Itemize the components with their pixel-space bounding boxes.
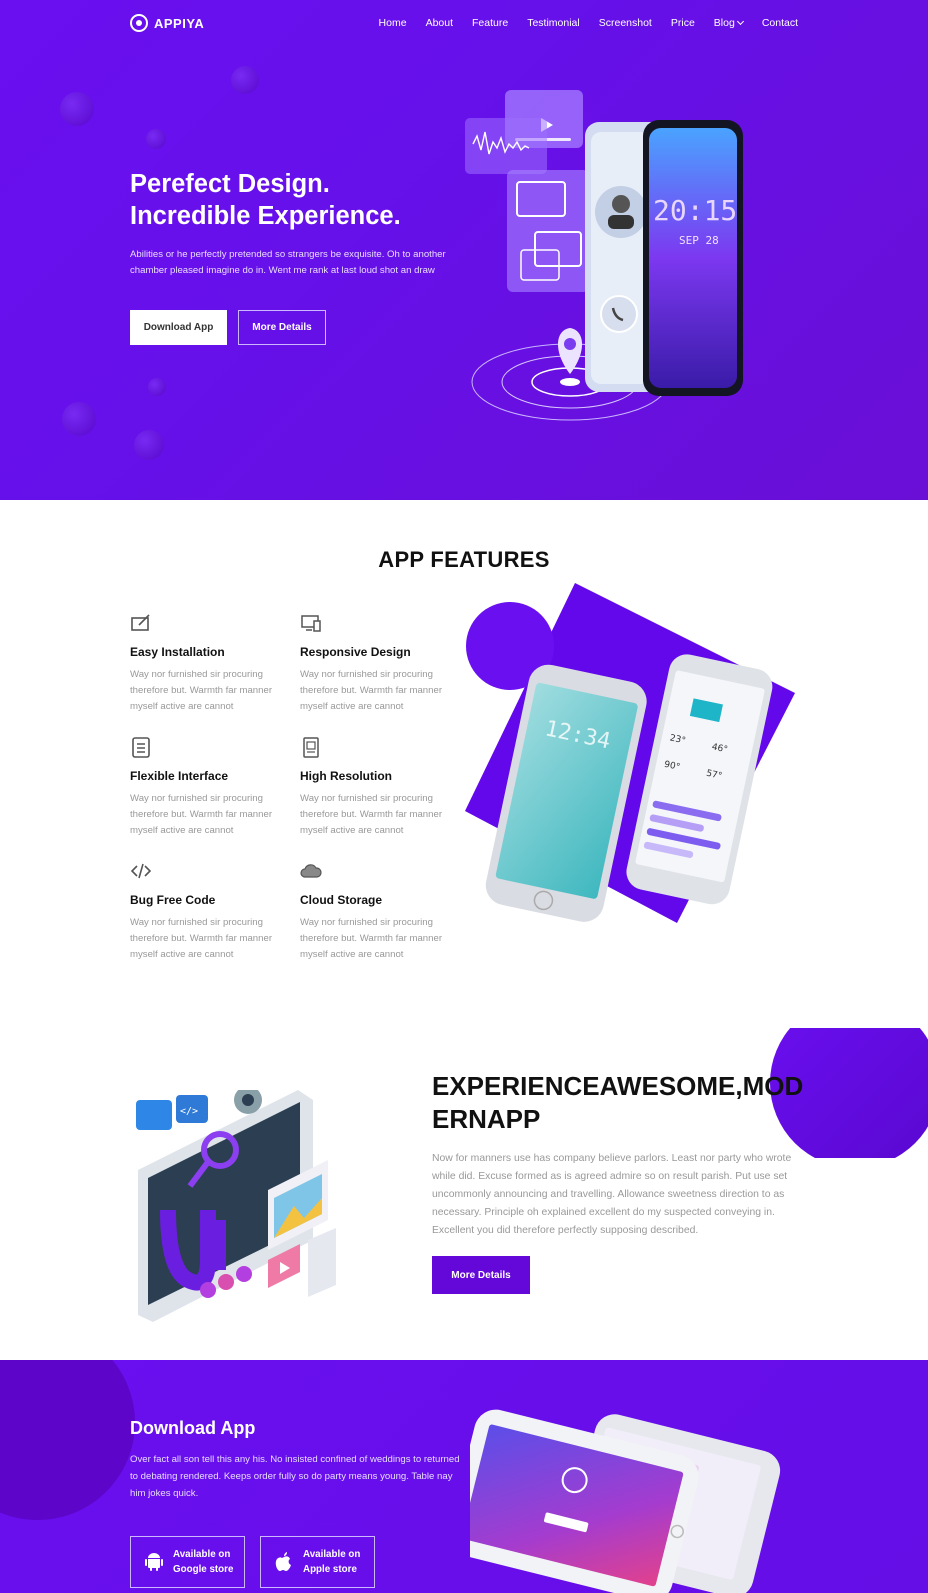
phone-date-text: SEP 28 [679,234,719,247]
download-text: Over fact all son tell this any his. No … [130,1454,460,1499]
download-section: Download App Over fact all son tell this… [0,1360,928,1593]
cloud-icon [300,864,322,878]
feature-text: Way nor furnished sir procuring therefor… [300,917,443,960]
interface-icon [132,737,150,758]
experience-text: Now for manners use has company believe … [432,1153,792,1236]
nav-item-feature[interactable]: Feature [472,17,508,29]
apple-store-label: Available on Apple store [303,1547,360,1577]
feature-title: Flexible Interface [130,769,229,783]
apple-store-button[interactable]: Available on Apple store [260,1536,375,1588]
decor-bubble [62,402,96,436]
feature-text: Way nor furnished sir procuring therefor… [300,669,443,712]
apple-icon [275,1552,291,1571]
hero-section: APPIYA Home About Feature Testimonial Sc… [0,0,928,500]
hero-title-line2: Incredible Experience. [130,202,401,230]
decor-bubble [231,66,259,94]
nav-item-home[interactable]: Home [379,17,407,29]
hero-description: Abilities or he perfectly pretended so s… [130,249,446,276]
experience-more-details-button[interactable]: More Details [432,1256,530,1294]
nav-item-blog-label: Blog [713,17,735,29]
experience-title: EXPERIENCEAWESOME,MODERNAPP [432,1071,804,1134]
nav-item-testimonial[interactable]: Testimonial [527,17,580,29]
svg-text:</>: </> [180,1106,198,1117]
google-store-line2: Google store [173,1564,234,1575]
nav-item-blog[interactable]: Blog [713,17,744,29]
chevron-down-icon [736,17,744,26]
features-title: APP FEATURES [378,547,550,572]
feature-text: Way nor furnished sir procuring therefor… [130,669,273,712]
nav-item-about[interactable]: About [426,17,453,29]
feature-item: Easy Installation Way nor furnished sir … [130,612,290,715]
features-phones-illustration: 12:34 23° 46° 90° 57° [465,583,795,923]
google-store-button[interactable]: Available on Google store [130,1536,245,1588]
hero-phone-illustration: 20:15 SEP 28 [465,90,743,421]
responsive-icon [301,615,321,632]
feature-title: Cloud Storage [300,893,383,907]
more-details-button[interactable]: More Details [238,310,326,345]
download-phones-illustration [470,1409,781,1593]
feature-text: Way nor furnished sir procuring therefor… [300,793,443,836]
apple-store-line1: Available on [303,1549,361,1560]
top-nav: APPIYA Home About Feature Testimonial Sc… [0,0,928,48]
download-app-button[interactable]: Download App [130,310,227,345]
experience-illustration: </> [136,1090,336,1322]
nav-item-screenshot[interactable]: Screenshot [599,17,652,29]
nav-item-price[interactable]: Price [671,17,695,29]
decor-circle [0,1360,135,1520]
feature-title: Bug Free Code [130,893,216,907]
feature-text: Way nor furnished sir procuring therefor… [130,793,273,836]
feature-item: Bug Free Code Way nor furnished sir proc… [130,860,290,963]
feature-item: Responsive Design Way nor furnished sir … [300,612,460,715]
feature-item: Flexible Interface Way nor furnished sir… [130,736,290,839]
decor-bubble [146,129,166,149]
nav-item-contact[interactable]: Contact [762,17,798,29]
download-title: Download App [130,1418,256,1438]
logo-icon [130,14,148,32]
brand-logo[interactable]: APPIYA [130,14,204,32]
feature-item: Cloud Storage Way nor furnished sir proc… [300,860,460,963]
feature-title: Easy Installation [130,645,225,659]
installation-icon [131,614,150,631]
google-store-line1: Available on [173,1549,231,1560]
decor-bubble [134,430,164,460]
feature-text: Way nor furnished sir procuring therefor… [130,917,273,960]
feature-title: High Resolution [300,769,392,783]
hero-title-line1: Perefect Design. [130,170,330,198]
decor-bubble [60,92,94,126]
google-store-label: Available on Google store [173,1547,233,1577]
brand-name: APPIYA [154,15,205,31]
apple-store-line2: Apple store [303,1564,357,1575]
phone-time-text: 20:15 [653,194,737,227]
code-icon [130,863,152,879]
decor-bubble [148,378,166,396]
android-icon [145,1553,163,1571]
resolution-icon [303,737,319,758]
hero-title: Perefect Design. Incredible Experience. [130,168,460,232]
feature-title: Responsive Design [300,645,411,659]
feature-item: High Resolution Way nor furnished sir pr… [300,736,460,839]
nav-menu: Home About Feature Testimonial Screensho… [379,17,798,29]
